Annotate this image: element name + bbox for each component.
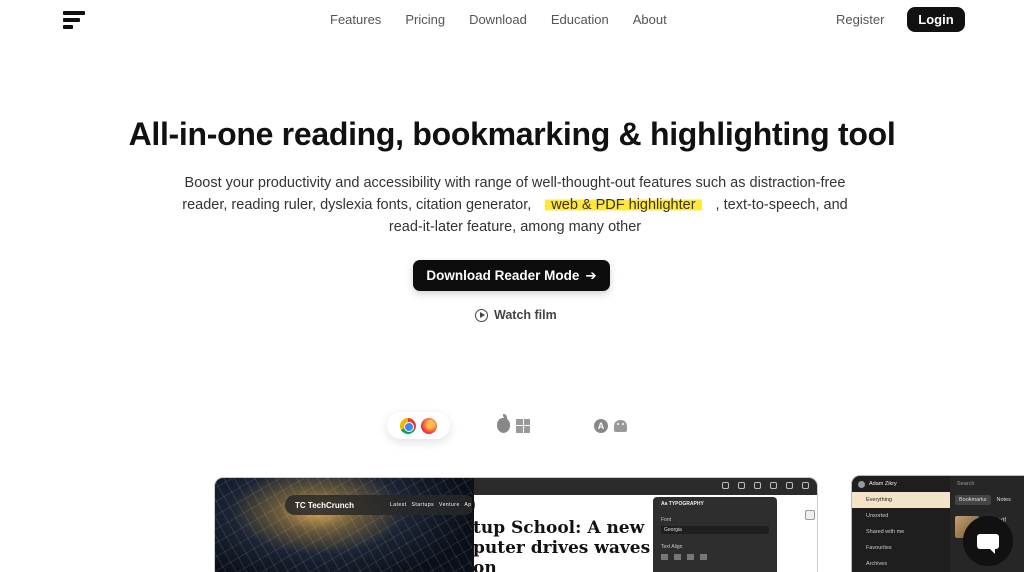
typography-panel-title: Aa TYPOGRAPHY — [661, 501, 704, 507]
nav-link-pricing[interactable]: Pricing — [405, 12, 445, 27]
library-sidebar: Adam Zikry Everything Unsorted Shared wi… — [852, 476, 950, 572]
nav-link-education[interactable]: Education — [551, 12, 609, 27]
techcrunch-logo: TC TechCrunch — [295, 500, 354, 510]
tab-browser-extensions[interactable] — [387, 412, 450, 439]
typography-icon[interactable] — [738, 482, 745, 489]
watch-film-link[interactable]: Watch film — [475, 308, 557, 322]
article-title: tup School: A new puter drives waves on — [473, 518, 651, 572]
tab-mobile-apps[interactable]: A — [594, 419, 627, 433]
comparison-divider[interactable] — [472, 478, 474, 572]
chrome-icon — [400, 417, 416, 434]
techcrunch-nav-links: Latest Startups Venture Ap — [389, 502, 472, 508]
chat-widget-button[interactable] — [963, 516, 1013, 566]
align-left-icon[interactable] — [661, 554, 668, 560]
font-label: Font — [661, 517, 672, 523]
sidebar-item-everything[interactable]: Everything — [852, 492, 950, 508]
apple-icon — [497, 414, 510, 433]
library-search-input[interactable]: Search — [951, 476, 1024, 492]
typography-panel: Aa TYPOGRAPHY Font Georgia Text Align — [653, 497, 777, 572]
website-preview-image — [215, 478, 473, 572]
align-justify-icon[interactable] — [700, 554, 707, 560]
expand-icon[interactable] — [786, 482, 793, 489]
sidebar-toggle-icon[interactable] — [805, 510, 815, 520]
font-select[interactable]: Georgia — [661, 526, 769, 534]
download-button-label: Download Reader Mode — [426, 268, 580, 283]
reader-mode-preview: TC TechCrunch Latest Startups Venture Ap… — [215, 478, 817, 572]
hero-subtitle: Boost your productivity and accessibilit… — [170, 172, 860, 238]
logo-icon[interactable] — [63, 11, 85, 29]
highlighter-icon[interactable] — [754, 482, 761, 489]
register-link[interactable]: Register — [836, 12, 884, 27]
tab-notes[interactable]: Notes — [993, 495, 1015, 505]
app-store-icon: A — [594, 419, 608, 433]
text-align-label: Text Align — [661, 544, 683, 550]
nav-link-download[interactable]: Download — [469, 12, 527, 27]
sidebar-item-unsorted[interactable]: Unsorted — [852, 508, 950, 524]
download-button[interactable]: Download Reader Mode ➔ — [413, 260, 610, 291]
tab-bookmarks[interactable]: Bookmarks — [955, 495, 991, 505]
reader-toolbar — [473, 478, 817, 495]
sidebar-item-archives[interactable]: Archives — [852, 556, 950, 572]
sidebar-item-shared[interactable]: Shared with me — [852, 524, 950, 540]
arrow-right-icon: ➔ — [585, 267, 597, 283]
sidebar-item-favourites[interactable]: Favourites — [852, 540, 950, 556]
headphones-icon[interactable] — [722, 482, 729, 489]
align-center-icon[interactable] — [674, 554, 681, 560]
highlight-text: web & PDF highlighter — [545, 197, 702, 213]
close-icon[interactable] — [802, 482, 809, 489]
play-icon — [475, 308, 488, 322]
hero-title: All-in-one reading, bookmarking & highli… — [128, 116, 896, 152]
watch-film-label: Watch film — [494, 308, 557, 322]
firefox-icon — [421, 417, 437, 434]
android-icon — [614, 420, 627, 432]
main-nav: Features Pricing Download Education Abou… — [330, 12, 691, 27]
nav-link-about[interactable]: About — [633, 12, 667, 27]
align-right-icon[interactable] — [687, 554, 694, 560]
print-icon[interactable] — [770, 482, 777, 489]
techcrunch-navbar: TC TechCrunch Latest Startups Venture Ap — [285, 495, 475, 515]
tab-desktop-apps[interactable] — [497, 414, 530, 433]
nav-link-features[interactable]: Features — [330, 12, 381, 27]
avatar — [858, 480, 865, 488]
chat-icon — [977, 533, 999, 554]
windows-icon — [516, 418, 530, 433]
login-button[interactable]: Login — [907, 7, 965, 32]
user-menu[interactable]: Adam Zikry — [852, 476, 950, 492]
